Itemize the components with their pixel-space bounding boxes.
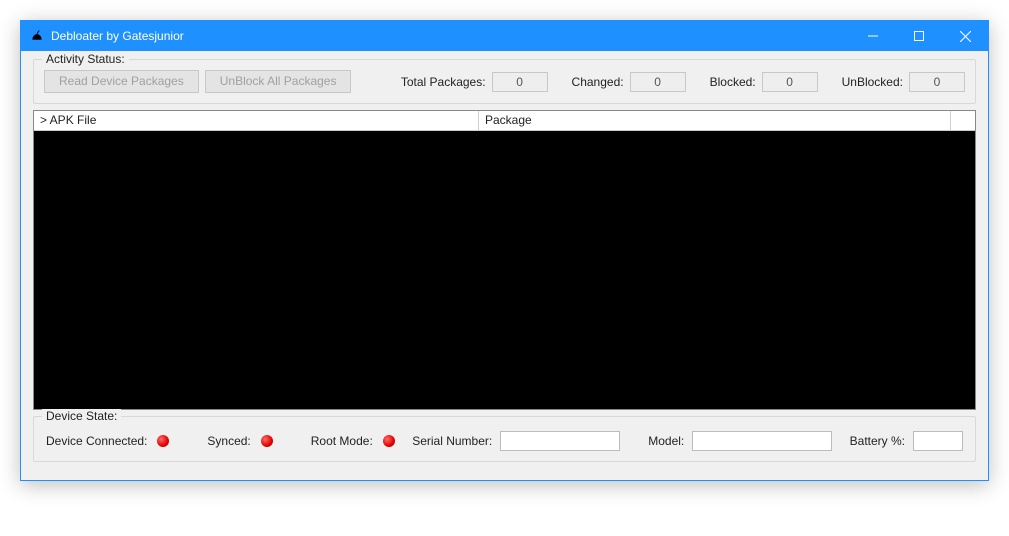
column-package[interactable]: Package [479,111,951,130]
app-icon [29,28,45,44]
synced-indicator-icon [261,435,273,447]
model-input[interactable] [692,431,832,451]
model-label: Model: [648,434,684,448]
device-state-group: Device State: Device Connected: Synced: … [33,416,976,462]
root-mode-indicator-icon [383,435,395,447]
close-button[interactable] [942,21,988,51]
unblocked-value: 0 [909,72,965,92]
serial-number-input[interactable] [500,431,620,451]
column-spacer [951,111,975,130]
blocked-label: Blocked: [710,75,756,89]
activity-legend: Activity Status: [42,52,129,66]
serial-number-label: Serial Number: [412,434,492,448]
synced-label: Synced: [207,434,250,448]
changed-label: Changed: [572,75,624,89]
read-device-packages-button[interactable]: Read Device Packages [44,70,199,93]
maximize-button[interactable] [896,21,942,51]
activity-status-group: Activity Status: Read Device Packages Un… [33,59,976,104]
battery-input[interactable] [913,431,963,451]
battery-label: Battery %: [850,434,905,448]
root-mode-label: Root Mode: [311,434,373,448]
grid-body[interactable] [34,131,975,409]
column-apk-file[interactable]: > APK File [34,111,479,130]
total-packages-label: Total Packages: [401,75,486,89]
unblocked-label: UnBlocked: [842,75,903,89]
package-grid[interactable]: > APK File Package [33,110,976,410]
blocked-value: 0 [762,72,818,92]
unblock-all-packages-button[interactable]: UnBlock All Packages [205,70,352,93]
total-packages-value: 0 [492,72,548,92]
device-connected-indicator-icon [157,435,169,447]
window-title: Debloater by Gatesjunior [51,29,184,43]
client-area: Activity Status: Read Device Packages Un… [21,51,988,480]
grid-header: > APK File Package [34,111,975,131]
app-window: Debloater by Gatesjunior Activity Status… [20,20,989,481]
device-legend: Device State: [42,409,121,423]
title-bar[interactable]: Debloater by Gatesjunior [21,21,988,51]
changed-value: 0 [630,72,686,92]
device-connected-label: Device Connected: [46,434,147,448]
minimize-button[interactable] [850,21,896,51]
